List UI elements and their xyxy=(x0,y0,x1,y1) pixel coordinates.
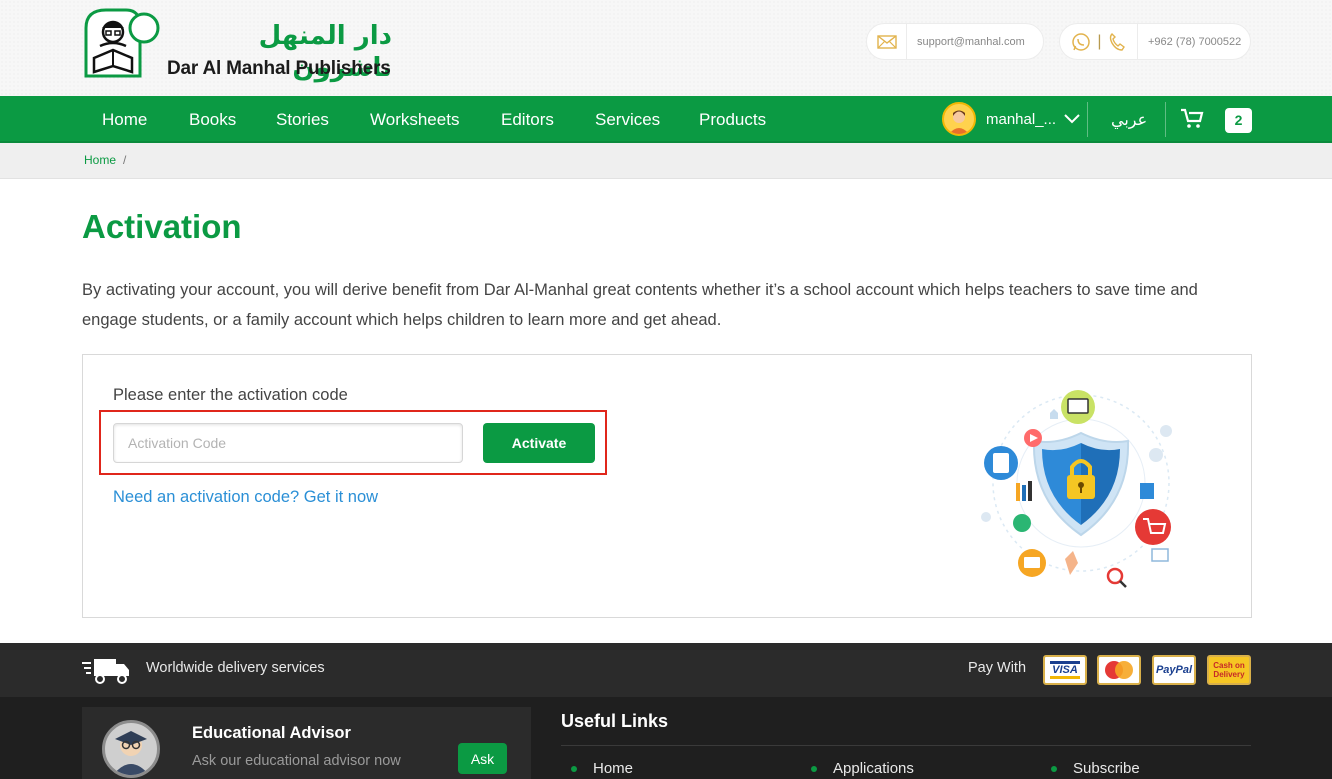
logo-mark-icon xyxy=(84,8,160,78)
footer-link-label: Subscribe xyxy=(1073,760,1140,777)
nav-worksheets[interactable]: Worksheets xyxy=(370,96,459,143)
delivery-truck-icon xyxy=(82,659,129,684)
nav-editors[interactable]: Editors xyxy=(501,96,554,143)
footer-link-subscribe[interactable]: Subscribe xyxy=(1051,760,1140,777)
page-title: Activation xyxy=(82,208,242,245)
nav-products[interactable]: Products xyxy=(699,96,766,143)
useful-links-title: Useful Links xyxy=(561,711,669,731)
activation-prompt: Please enter the activation code xyxy=(113,386,348,404)
nav-divider xyxy=(1165,102,1166,137)
logo-english-text: Dar Al Manhal Publishers xyxy=(167,58,391,79)
nav-services[interactable]: Services xyxy=(595,96,660,143)
phone-icons: | xyxy=(1060,23,1138,60)
visa-icon: VISA xyxy=(1043,655,1087,685)
delivery-text: Worldwide delivery services xyxy=(146,660,325,676)
phone-text: +962 (78) 7000522 xyxy=(1148,35,1242,48)
nav-divider xyxy=(1087,102,1088,137)
phone-icon xyxy=(1109,32,1125,51)
cart-icon[interactable] xyxy=(1180,107,1204,129)
mastercard-icon xyxy=(1097,655,1141,685)
main-nav: Home Books Stories Worksheets Editors Se… xyxy=(0,96,1332,143)
activate-button[interactable]: Activate xyxy=(483,423,595,463)
bullet-icon xyxy=(1051,765,1057,772)
mail-icon xyxy=(867,23,907,60)
cash-on-delivery-icon: Cash on Delivery xyxy=(1207,655,1251,685)
language-switch[interactable]: عربي xyxy=(1111,96,1147,143)
breadcrumb-home[interactable]: Home xyxy=(84,153,116,167)
email-text: support@manhal.com xyxy=(917,35,1025,48)
footer-link-label: Applications xyxy=(833,760,914,777)
user-menu[interactable]: manhal_... xyxy=(942,102,1080,136)
contact-separator: | xyxy=(1097,32,1102,50)
visa-label: VISA xyxy=(1050,661,1080,679)
advisor-title: Educational Advisor xyxy=(192,724,351,742)
nav-home[interactable]: Home xyxy=(102,96,147,143)
email-contact[interactable]: support@manhal.com xyxy=(866,23,1044,60)
whatsapp-icon xyxy=(1072,32,1091,51)
security-shield-illustration xyxy=(981,390,1172,588)
get-activation-code-link[interactable]: Need an activation code? Get it now xyxy=(113,488,378,507)
breadcrumb-separator: / xyxy=(123,153,127,167)
top-header: دار المنهل ناشرون Dar Al Manhal Publishe… xyxy=(0,0,1332,96)
nav-books[interactable]: Books xyxy=(189,96,236,143)
bullet-icon xyxy=(571,765,577,772)
paypal-icon: PayPal xyxy=(1152,655,1196,685)
site-logo[interactable]: دار المنهل ناشرون Dar Al Manhal Publishe… xyxy=(82,6,402,83)
pay-with-label: Pay With xyxy=(968,660,1027,676)
chevron-down-icon xyxy=(1064,114,1080,124)
advisor-avatar xyxy=(102,720,160,778)
cart-count-badge[interactable]: 2 xyxy=(1225,108,1252,133)
paypal-label: PayPal xyxy=(1155,664,1193,676)
page-description: By activating your account, you will der… xyxy=(82,281,1198,329)
footer-link-home[interactable]: Home xyxy=(571,760,633,777)
bullet-icon xyxy=(811,765,817,772)
breadcrumb: Home / xyxy=(0,143,1332,179)
phone-contact[interactable]: | +962 (78) 7000522 xyxy=(1059,23,1251,60)
cash-on-delivery-label: Cash on Delivery xyxy=(1213,661,1245,679)
activation-code-input[interactable] xyxy=(113,423,463,463)
nav-stories[interactable]: Stories xyxy=(276,96,329,143)
username: manhal_... xyxy=(986,110,1057,128)
advisor-subtitle: Ask our educational advisor now xyxy=(192,753,401,769)
footer-link-applications[interactable]: Applications xyxy=(811,760,914,777)
user-avatar xyxy=(942,102,976,136)
footer-link-label: Home xyxy=(593,760,634,777)
ask-advisor-button[interactable]: Ask xyxy=(458,743,507,774)
useful-links-divider xyxy=(561,745,1251,746)
